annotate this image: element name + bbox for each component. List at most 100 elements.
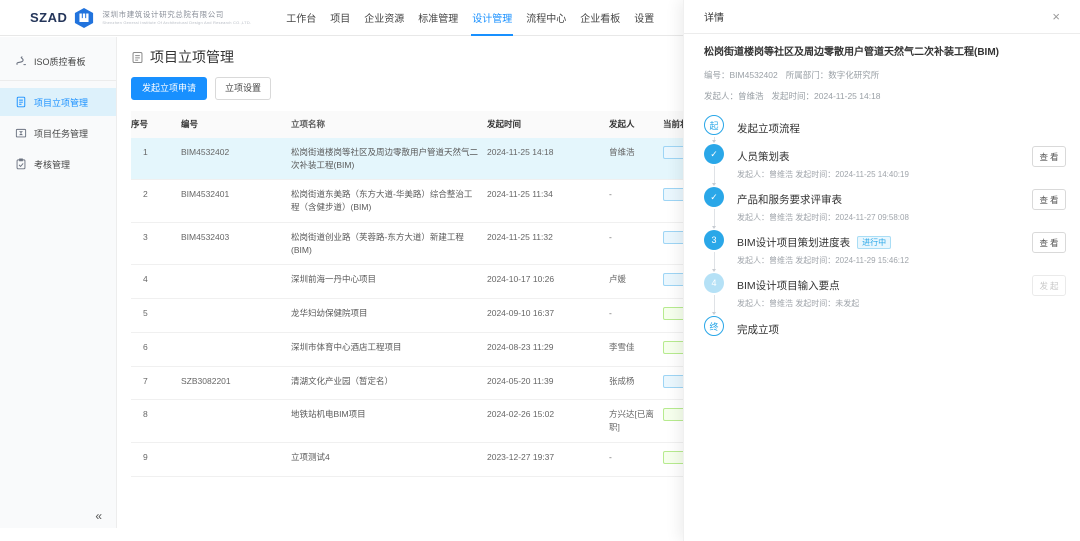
timeline-step-label: 人员策划表 (737, 151, 790, 163)
row-time: 2024-11-25 11:32 (487, 223, 609, 265)
drawer-header: 详情 × (684, 0, 1080, 34)
row-initiator: 曾维浩 (609, 138, 663, 180)
table-header-row: 序号编号立项名称发起时间发起人当前状态 (131, 111, 743, 138)
nav-item-2[interactable]: 项目 (323, 0, 357, 36)
row-name: 地铁站机电BIM项目 (291, 400, 487, 442)
table-row[interactable]: 8地铁站机电BIM项目2024-02-26 15:02方兴达[已离职] (131, 400, 743, 443)
row-time: 2024-09-10 16:37 (487, 299, 609, 332)
dept-label: 所属部门： (786, 70, 829, 80)
row-time: 2024-11-25 11:34 (487, 180, 609, 222)
row-code: SZB3082201 (181, 367, 291, 400)
nav-item-3[interactable]: 企业资源 (357, 0, 411, 36)
close-icon[interactable]: × (1052, 10, 1060, 23)
detail-meta-line1: 编号：BIM4532402所属部门：数字化研究所 (704, 69, 1066, 81)
in-progress-badge: 进行中 (857, 236, 891, 249)
row-no: 3 (131, 223, 181, 265)
timeline-step-6: 终完成立项 (704, 316, 1066, 345)
nav-item-8[interactable]: 设置 (627, 0, 661, 36)
row-no: 2 (131, 180, 181, 222)
row-name: 深圳前海一丹中心项目 (291, 265, 487, 298)
task-box-icon (15, 127, 27, 139)
row-code: BIM4532402 (181, 138, 291, 180)
row-no: 9 (131, 443, 181, 476)
row-code (181, 333, 291, 366)
sidebar-item-1[interactable]: ISO质控看板 (0, 47, 116, 75)
logo: SZAD 深圳市建筑设计研究总院有限公司 Shenzhen General In… (30, 8, 251, 28)
logo-text: SZAD (30, 10, 67, 25)
app-window: SZAD 深圳市建筑设计研究总院有限公司 Shenzhen General In… (0, 0, 1080, 541)
project-table: 序号编号立项名称发起时间发起人当前状态 1BIM4532402松岗街道楼岗等社区… (131, 111, 743, 477)
row-time: 2024-05-20 11:39 (487, 367, 609, 400)
timeline-connector (712, 293, 716, 316)
timeline-node-icon: 3 (704, 230, 724, 250)
timeline-step-meta: 发起人：曾维浩 发起时间：2024-11-29 15:46:12 (737, 255, 909, 266)
route-icon (15, 55, 27, 67)
row-no: 7 (131, 367, 181, 400)
timeline-node-icon: ✓ (704, 144, 724, 164)
sidebar-collapse-button[interactable]: « (95, 509, 102, 523)
initiate-button-disabled[interactable]: 发起 (1032, 275, 1066, 296)
drawer-body: 松岗街道楼岗等社区及周边零散用户管道天然气二次补装工程(BIM) 编号：BIM4… (684, 34, 1080, 345)
nav-item-1[interactable]: 工作台 (279, 0, 323, 36)
row-code (181, 299, 291, 332)
timeline-step-4: 3BIM设计项目策划进度表进行中发起人：曾维浩 发起时间：2024-11-29 … (704, 230, 1066, 273)
initiator-label: 发起人： (704, 91, 738, 101)
table-row[interactable]: 4深圳前海一丹中心项目2024-10-17 10:26卢媛 (131, 265, 743, 299)
row-no: 1 (131, 138, 181, 180)
row-code (181, 443, 291, 476)
table-row[interactable]: 1BIM4532402松岗街道楼岗等社区及周边零散用户管道天然气二次补装工程(B… (131, 138, 743, 181)
table-row[interactable]: 7SZB3082201清湖文化产业园（暂定名）2024-05-20 11:39张… (131, 367, 743, 401)
row-name: 松岗街道创业路（芙蓉路-东方大道）新建工程(BIM) (291, 223, 487, 265)
row-initiator: 张成杨 (609, 367, 663, 400)
sidebar-item-3[interactable]: 项目任务管理 (0, 119, 116, 147)
column-header-4: 发起时间 (487, 111, 609, 138)
detail-drawer: 详情 × 松岗街道楼岗等社区及周边零散用户管道天然气二次补装工程(BIM) 编号… (683, 0, 1080, 541)
timeline-connector (712, 207, 716, 230)
nav-item-5[interactable]: 设计管理 (465, 0, 519, 36)
row-time: 2024-08-23 11:29 (487, 333, 609, 366)
nav-item-4[interactable]: 标准管理 (411, 0, 465, 36)
timeline-step-3: ✓产品和服务要求评审表发起人：曾维浩 发起时间：2024-11-27 09:58… (704, 187, 1066, 230)
row-no: 8 (131, 400, 181, 442)
sidebar-item-2[interactable]: 项目立项管理 (0, 88, 116, 116)
view-button[interactable]: 查看 (1032, 232, 1066, 253)
row-name: 深圳市体育中心酒店工程项目 (291, 333, 487, 366)
view-button[interactable]: 查看 (1032, 189, 1066, 210)
timeline-step-1: 起发起立项流程 (704, 115, 1066, 144)
table-row[interactable]: 3BIM4532403松岗街道创业路（芙蓉路-东方大道）新建工程(BIM)202… (131, 223, 743, 266)
code-value: BIM4532402 (730, 70, 778, 80)
timeline-node-icon: 起 (704, 115, 724, 135)
project-timeline: 起发起立项流程✓人员策划表发起人：曾维浩 发起时间：2024-11-25 14:… (704, 115, 1066, 345)
sidebar-item-label: 项目立项管理 (34, 96, 88, 109)
row-name: 立项测试4 (291, 443, 487, 476)
table-row[interactable]: 6深圳市体育中心酒店工程项目2024-08-23 11:29李雪佳 (131, 333, 743, 367)
nav-item-7[interactable]: 企业看板 (573, 0, 627, 36)
row-code (181, 265, 291, 298)
row-code: BIM4532401 (181, 180, 291, 222)
timeline-node-icon: 4 (704, 273, 724, 293)
view-button[interactable]: 查看 (1032, 146, 1066, 167)
row-code: BIM4532403 (181, 223, 291, 265)
sidebar-item-4[interactable]: 考核管理 (0, 150, 116, 178)
company-name-block: 深圳市建筑设计研究总院有限公司 Shenzhen General Institu… (102, 10, 251, 24)
row-no: 5 (131, 299, 181, 332)
table-row[interactable]: 5龙华妇幼保健院项目2024-09-10 16:37- (131, 299, 743, 333)
sidebar-item-label: ISO质控看板 (34, 55, 86, 68)
row-initiator: 卢媛 (609, 265, 663, 298)
time-value: 2024-11-25 14:18 (814, 91, 880, 101)
timeline-step-2: ✓人员策划表发起人：曾维浩 发起时间：2024-11-25 14:40:19查看 (704, 144, 1066, 187)
hexagon-emblem-icon (73, 8, 95, 28)
nav-item-6[interactable]: 流程中心 (519, 0, 573, 36)
drawer-title: 详情 (704, 9, 724, 24)
project-settings-button[interactable]: 立项设置 (215, 77, 271, 100)
detail-project-title: 松岗街道楼岗等社区及周边零散用户管道天然气二次补装工程(BIM) (704, 46, 1066, 60)
timeline-connector (712, 250, 716, 273)
dept-value: 数字化研究所 (828, 70, 879, 80)
column-header-3: 立项名称 (291, 111, 487, 138)
timeline-step-5: 4BIM设计项目输入要点发起人：曾维浩 发起时间：未发起发起 (704, 273, 1066, 316)
clipboard-check-icon (15, 158, 27, 170)
table-row[interactable]: 9立项测试42023-12-27 19:37- (131, 443, 743, 477)
row-initiator: - (609, 299, 663, 332)
start-project-request-button[interactable]: 发起立项申请 (131, 77, 207, 100)
table-row[interactable]: 2BIM4532401松岗街道东美路（东方大道-华美路）综合整治工程（含健步道）… (131, 180, 743, 223)
